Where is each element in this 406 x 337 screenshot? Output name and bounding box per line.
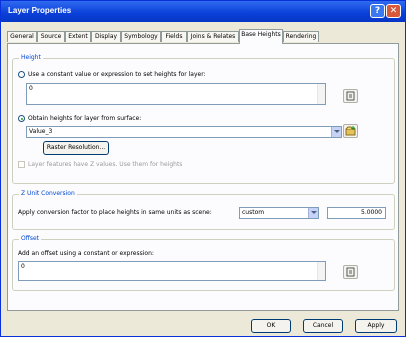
- tab-general[interactable]: General: [7, 31, 37, 42]
- tab-joins-relates[interactable]: Joins & Relates: [187, 31, 239, 42]
- height-group-title: Height: [19, 54, 43, 61]
- height-group: Height Use a constant value or expressio…: [12, 54, 395, 184]
- constant-option-label: Use a constant value or expression to se…: [28, 71, 206, 78]
- ok-button[interactable]: OK: [251, 319, 291, 333]
- apply-button[interactable]: Apply: [355, 319, 397, 333]
- offset-expression-field[interactable]: 0: [18, 261, 326, 281]
- conversion-factor-field[interactable]: 5.0000: [327, 207, 386, 219]
- surface-value: Value_3: [29, 128, 53, 135]
- offset-expression-builder-button[interactable]: [343, 265, 358, 279]
- help-button[interactable]: ?: [370, 4, 385, 18]
- expression-scrollbar[interactable]: [317, 84, 325, 104]
- surface-radio[interactable]: [18, 115, 25, 122]
- surface-option-label: Obtain heights for layer from surface:: [28, 115, 142, 122]
- window-title: Layer Properties: [8, 6, 72, 15]
- layer-z-values-checkbox[interactable]: [18, 161, 25, 168]
- constant-radio[interactable]: [18, 71, 25, 78]
- add-surface-button[interactable]: [343, 124, 358, 138]
- chevron-down-icon: [308, 208, 318, 218]
- cancel-button[interactable]: Cancel: [303, 319, 343, 333]
- tab-panel: Height Use a constant value or expressio…: [7, 43, 399, 311]
- z-unit-group-title: Z Unit Conversion: [19, 190, 77, 197]
- z-unit-label: Apply conversion factor to place heights…: [18, 209, 212, 216]
- chevron-down-icon: [331, 127, 341, 137]
- offset-scrollbar[interactable]: [317, 262, 325, 280]
- tab-rendering[interactable]: Rendering: [283, 31, 319, 42]
- tab-display[interactable]: Display: [91, 31, 121, 42]
- z-unit-dropdown[interactable]: custom: [239, 207, 319, 219]
- tab-symbology[interactable]: Symbology: [121, 31, 161, 42]
- layer-z-values-label: Layer features have Z values. Use them f…: [28, 161, 183, 168]
- constant-expression-field[interactable]: 0: [26, 83, 326, 105]
- offset-group-title: Offset: [19, 235, 42, 242]
- title-bar[interactable]: Layer Properties ? ✕: [1, 1, 405, 22]
- offset-group: Offset Add an offset using a constant or…: [12, 235, 395, 291]
- surface-dropdown[interactable]: Value_3: [26, 126, 342, 138]
- tab-extent[interactable]: Extent: [65, 31, 91, 42]
- close-button[interactable]: ✕: [386, 4, 401, 18]
- folder-add-icon: [345, 126, 356, 136]
- tab-fields[interactable]: Fields: [161, 31, 187, 42]
- calculator-icon: [346, 267, 355, 277]
- raster-resolution-button[interactable]: Raster Resolution...: [43, 141, 109, 155]
- expression-builder-button[interactable]: [343, 89, 358, 103]
- tab-base-heights[interactable]: Base Heights: [239, 29, 283, 44]
- layer-properties-window: Layer Properties ? ✕ General Source Exte…: [0, 0, 406, 337]
- z-unit-value: custom: [242, 209, 265, 216]
- offset-label: Add an offset using a constant or expres…: [18, 250, 154, 257]
- calculator-icon: [346, 91, 355, 101]
- tab-source[interactable]: Source: [37, 31, 65, 42]
- z-unit-group: Z Unit Conversion Apply conversion facto…: [12, 190, 395, 230]
